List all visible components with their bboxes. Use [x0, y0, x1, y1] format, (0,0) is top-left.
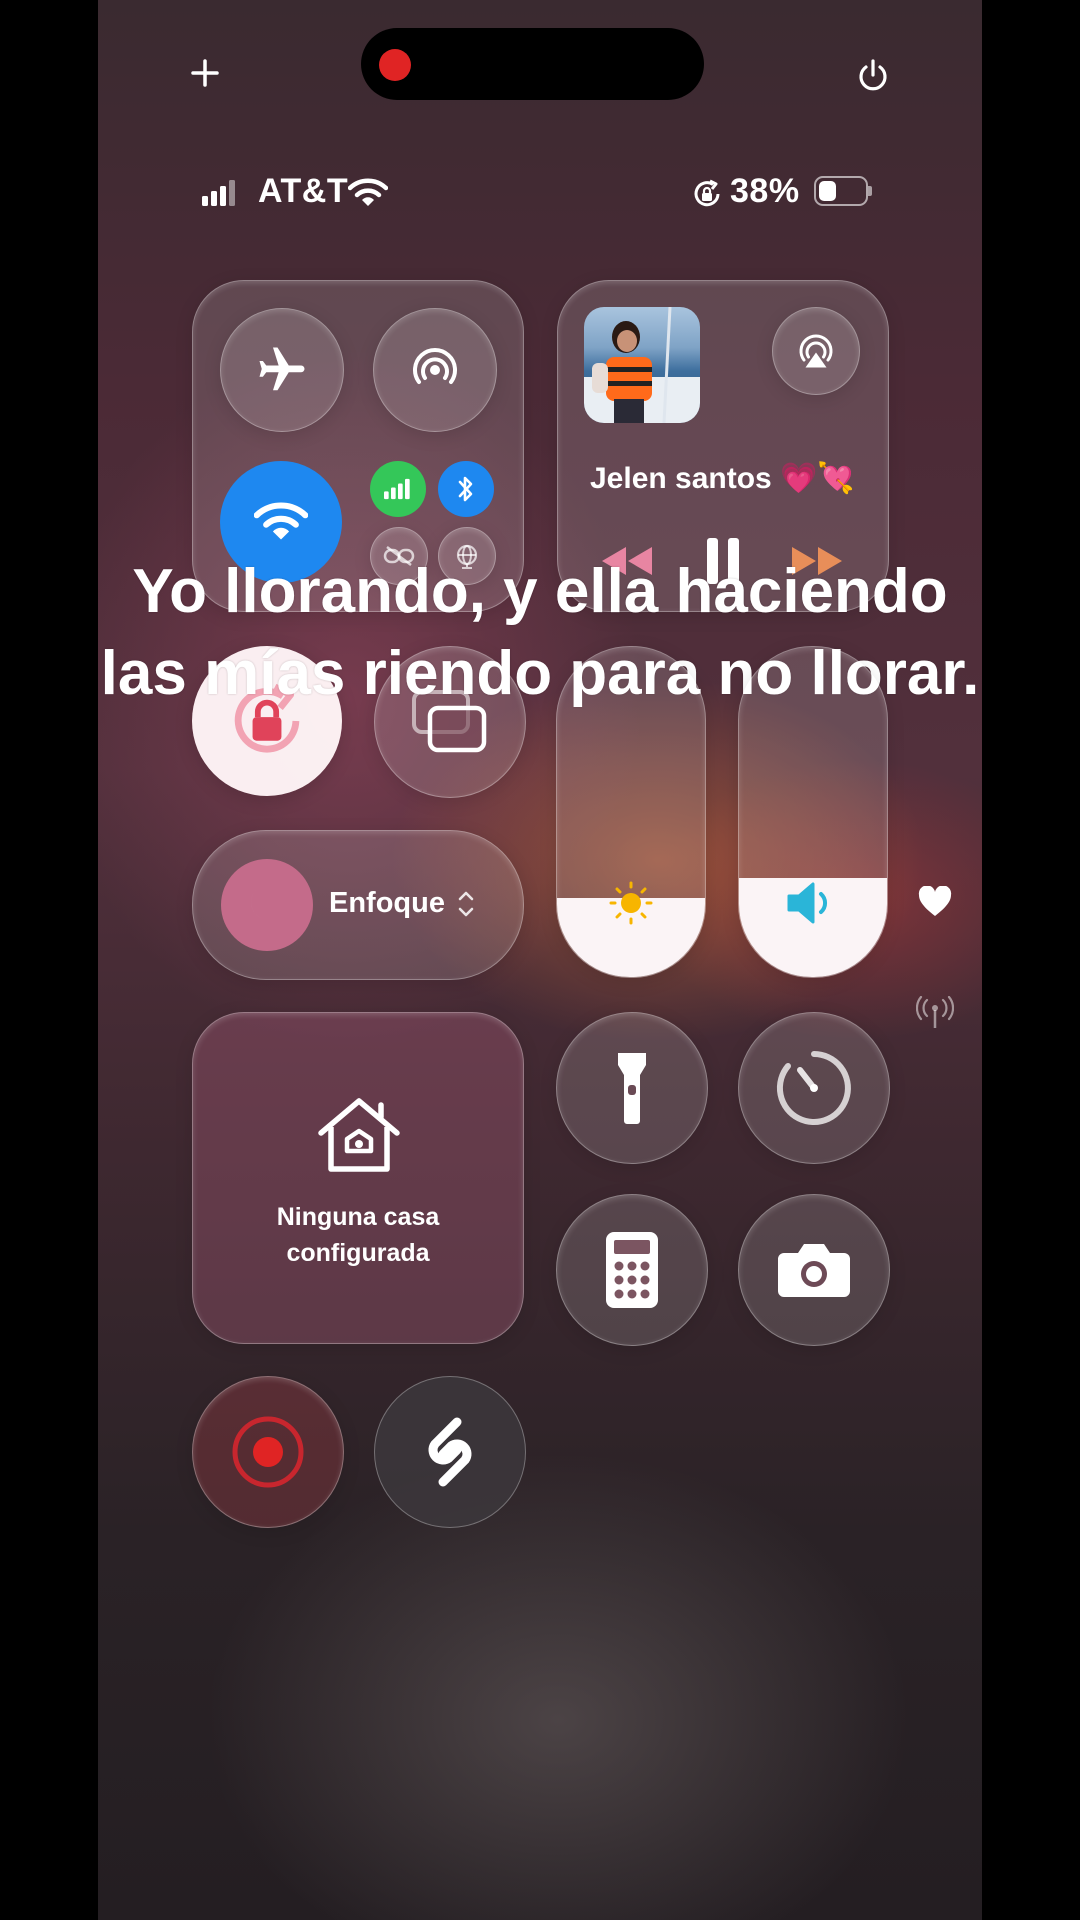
- recording-indicator: [379, 49, 411, 81]
- airdrop-icon: [413, 348, 457, 384]
- bluetooth-button[interactable]: [438, 461, 494, 517]
- airplay-button[interactable]: [772, 307, 860, 395]
- carrier-name: AT&T: [258, 172, 349, 210]
- airdrop-button[interactable]: [373, 308, 497, 432]
- timer-icon: [776, 1051, 851, 1125]
- signal-icon: [202, 180, 238, 206]
- home-status-line-1: Ninguna casa: [276, 1203, 440, 1231]
- camera-button[interactable]: [738, 1194, 890, 1346]
- song-title: Jelen santos 💗💘: [590, 462, 855, 495]
- wifi-icon: [254, 502, 308, 540]
- cellular-icon: [384, 478, 410, 500]
- record-icon: [232, 1416, 304, 1488]
- heart-icon: [918, 886, 952, 918]
- battery-icon: [814, 176, 872, 206]
- timer-button[interactable]: [738, 1012, 890, 1164]
- calculator-icon: [606, 1232, 658, 1308]
- wifi-status-icon: [348, 178, 388, 208]
- shazam-icon: [428, 1417, 472, 1487]
- flashlight-icon: [618, 1053, 646, 1124]
- airplay-icon: [799, 334, 833, 368]
- focus-label: Enfoque: [329, 887, 445, 919]
- airplane-icon: [259, 347, 305, 391]
- airplane-mode-button[interactable]: [220, 308, 344, 432]
- antenna-icon: [916, 996, 954, 1030]
- power-icon[interactable]: [856, 58, 890, 94]
- battery-level-fill: [819, 181, 836, 201]
- control-center: AT&T 38% Jelen santos 💗💘 Yo llorando, y …: [98, 0, 982, 1920]
- album-artwork[interactable]: [584, 307, 700, 423]
- cellular-data-button[interactable]: [370, 461, 426, 517]
- camera-icon: [778, 1244, 850, 1297]
- calculator-button[interactable]: [556, 1194, 708, 1346]
- moon-icon: [251, 888, 281, 921]
- home-status-line-2: configurada: [286, 1239, 430, 1267]
- sun-icon: [607, 879, 655, 927]
- flashlight-button[interactable]: [556, 1012, 708, 1164]
- chevron-up-down-icon: [457, 889, 475, 919]
- volume-slider[interactable]: [738, 646, 888, 978]
- moon-icon-badge: [221, 859, 313, 951]
- home-tile[interactable]: Ninguna casa configurada: [192, 1012, 524, 1344]
- speaker-icon: [785, 879, 841, 927]
- battery-percentage: 38%: [730, 172, 800, 210]
- video-caption-line-1: Yo llorando, y ella haciendo: [132, 557, 948, 626]
- home-icon: [315, 1095, 403, 1175]
- orientation-lock-status-icon: [691, 178, 723, 210]
- shazam-button[interactable]: [374, 1376, 526, 1528]
- screen-recording-button[interactable]: [192, 1376, 344, 1528]
- bluetooth-icon: [458, 476, 473, 502]
- focus-button[interactable]: Enfoque: [192, 830, 524, 980]
- dynamic-island: [361, 28, 704, 100]
- brightness-slider[interactable]: [556, 646, 706, 978]
- add-icon[interactable]: [190, 58, 220, 88]
